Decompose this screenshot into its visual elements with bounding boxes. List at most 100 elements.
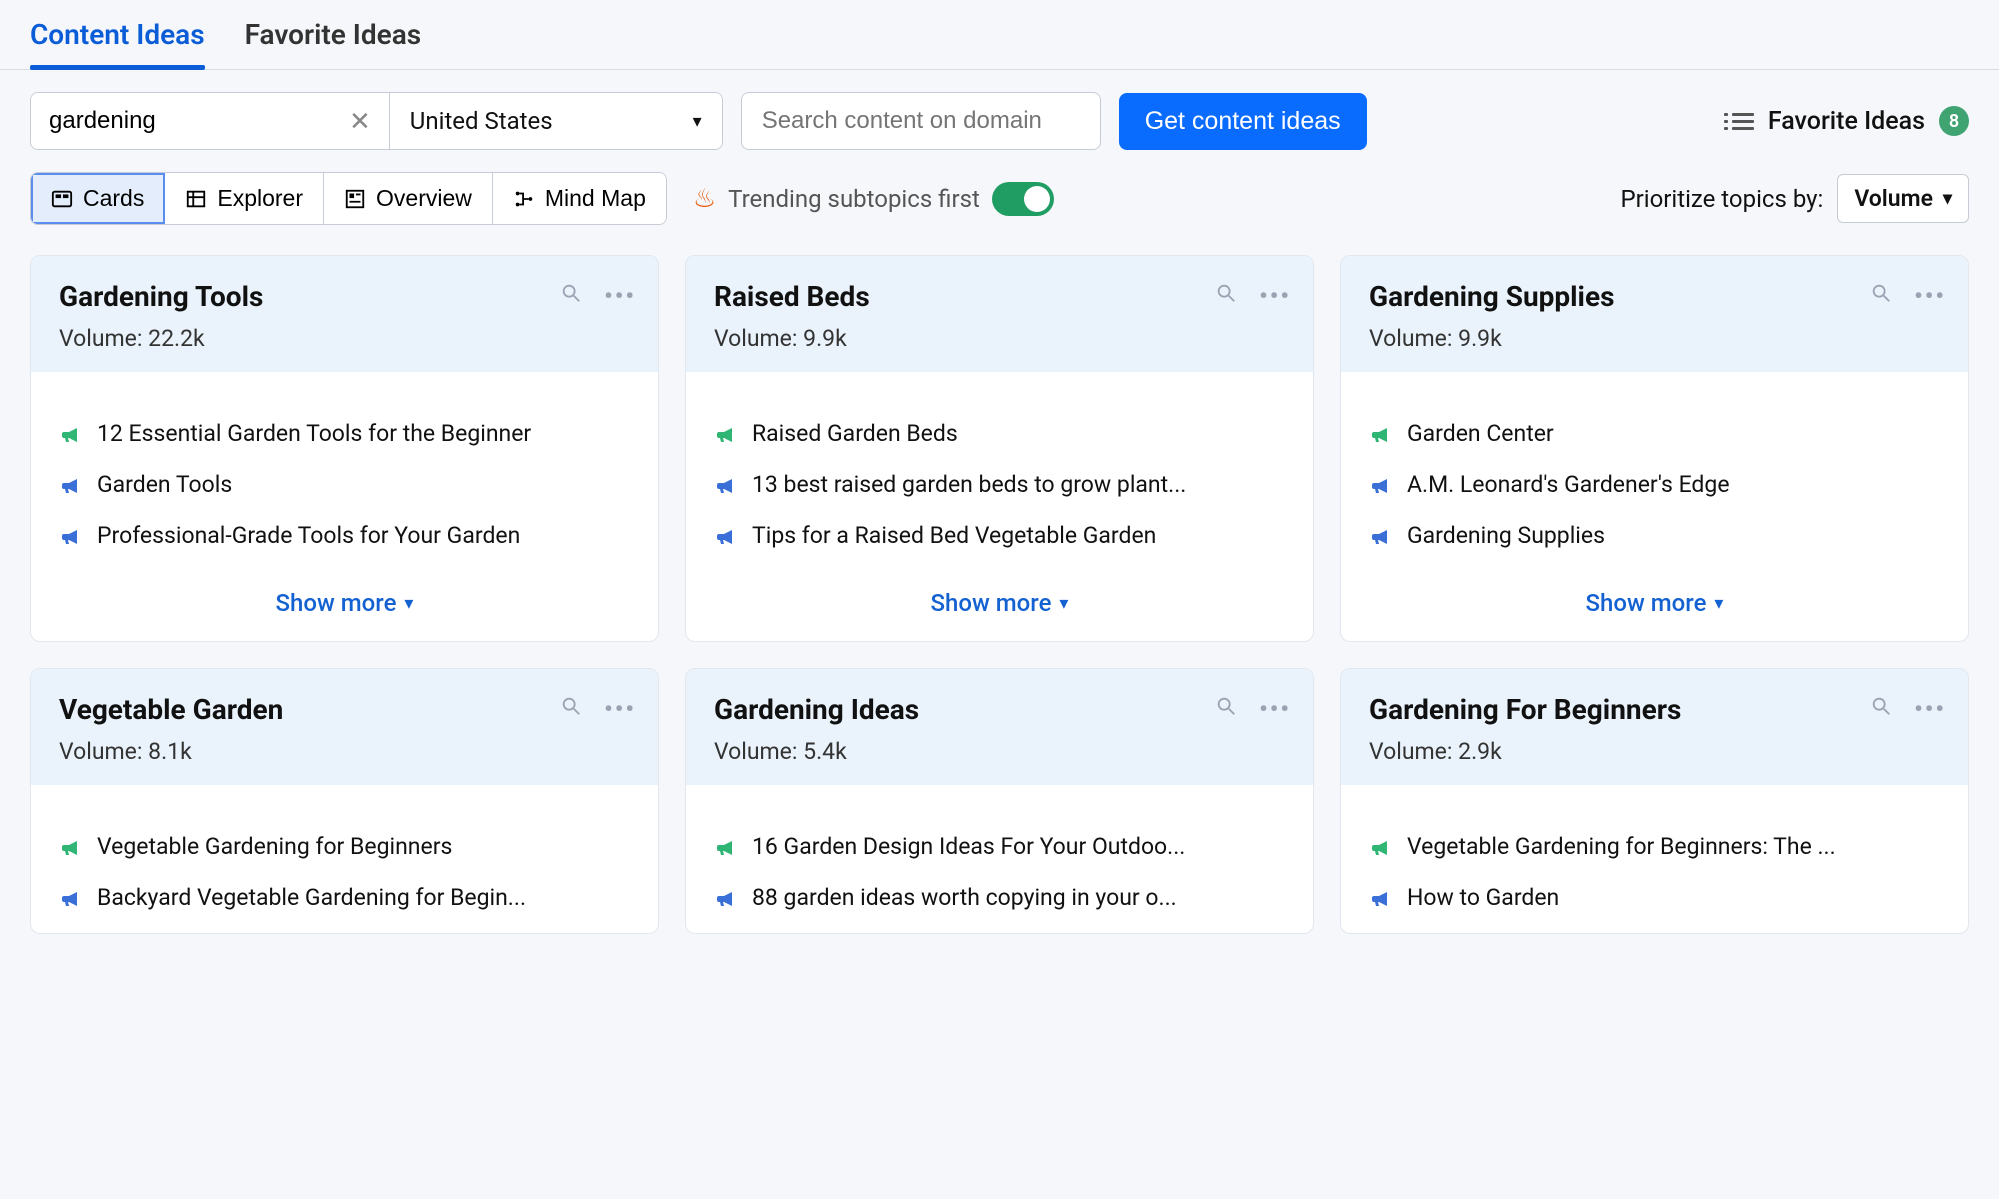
card-action-icons: ••• (1215, 695, 1291, 723)
megaphone-icon (59, 886, 83, 910)
view-overview-button[interactable]: Overview (324, 173, 493, 224)
topic-card: Gardening Supplies Volume: 9.9k ••• Garden … (1340, 255, 1969, 642)
headline-row[interactable]: Gardening Supplies (1369, 510, 1940, 561)
headline-text: Garden Center (1407, 420, 1554, 447)
headline-text: 13 best raised garden beds to grow plant… (752, 471, 1186, 498)
view-explorer-button[interactable]: Explorer (165, 173, 324, 224)
chevron-down-icon: ▾ (1714, 593, 1723, 614)
more-icon[interactable]: ••• (604, 282, 636, 310)
topic-card: Vegetable GardenVolume: 8.1k•••Vegetable… (30, 668, 659, 934)
clear-keyword-button[interactable]: ✕ (331, 93, 390, 149)
headline-row[interactable]: 13 best raised garden beds to grow plant… (714, 459, 1285, 510)
headline-row[interactable]: Raised Garden Beds (714, 408, 1285, 459)
card-title: Gardening Tools (59, 280, 630, 313)
search-icon[interactable] (1870, 695, 1892, 723)
toolbar-row-2: Cards Explorer Overview Mind Map ♨ Trend… (0, 150, 1999, 255)
card-volume: Volume: 22.2k (59, 325, 630, 352)
card-volume: Volume: 9.9k (1369, 325, 1940, 352)
megaphone-icon (59, 835, 83, 859)
trending-toggle[interactable] (992, 182, 1054, 216)
chevron-down-icon: ▾ (693, 111, 702, 132)
more-icon[interactable]: ••• (1259, 695, 1291, 723)
megaphone-icon (714, 524, 738, 548)
domain-search-input[interactable] (741, 92, 1101, 150)
prioritize-label: Prioritize topics by: (1620, 185, 1823, 213)
headline-row[interactable]: Tips for a Raised Bed Vegetable Garden (714, 510, 1285, 561)
tab-favorite-ideas[interactable]: Favorite Ideas (245, 18, 422, 69)
card-body: 12 Essential Garden Tools for the Beginn… (31, 372, 658, 571)
headline-text: Tips for a Raised Bed Vegetable Garden (752, 522, 1156, 549)
headline-row[interactable]: A.M. Leonard's Gardener's Edge (1369, 459, 1940, 510)
card-body: Vegetable Gardening for Beginners Backyar… (31, 785, 658, 933)
trending-toggle-group: ♨ Trending subtopics first (693, 182, 1054, 216)
more-icon[interactable]: ••• (604, 695, 636, 723)
search-icon[interactable] (1215, 695, 1237, 723)
cards-icon (51, 188, 73, 210)
headline-row[interactable]: 88 garden ideas worth copying in your o.… (714, 872, 1285, 923)
tab-content-ideas[interactable]: Content Ideas (30, 18, 205, 69)
list-icon (1732, 113, 1754, 130)
megaphone-icon (1369, 422, 1393, 446)
headline-text: How to Garden (1407, 884, 1559, 911)
card-action-icons: ••• (1870, 695, 1946, 723)
chevron-down-icon: ▾ (1943, 188, 1952, 209)
show-more-button[interactable]: Show more▾ (686, 571, 1313, 641)
megaphone-icon (714, 835, 738, 859)
search-icon[interactable] (560, 695, 582, 723)
card-action-icons: ••• (1870, 282, 1946, 310)
card-volume: Volume: 2.9k (1369, 738, 1940, 765)
favorite-ideas-link[interactable]: Favorite Ideas 8 (1732, 106, 1969, 136)
toolbar-row-1: ✕ United States ▾ Get content ideas Favo… (0, 70, 1999, 150)
card-header: Gardening IdeasVolume: 5.4k••• (686, 669, 1313, 785)
show-more-button[interactable]: Show more▾ (1341, 571, 1968, 641)
headline-text: Garden Tools (97, 471, 232, 498)
headline-text: 88 garden ideas worth copying in your o.… (752, 884, 1177, 911)
headline-row[interactable]: Garden Tools (59, 459, 630, 510)
card-action-icons: ••• (560, 282, 636, 310)
headline-row[interactable]: Professional-Grade Tools for Your Garden (59, 510, 630, 561)
card-volume: Volume: 5.4k (714, 738, 1285, 765)
headline-row[interactable]: Backyard Vegetable Gardening for Begin..… (59, 872, 630, 923)
fire-icon: ♨ (693, 184, 716, 214)
more-icon[interactable]: ••• (1914, 695, 1946, 723)
headline-row[interactable]: Vegetable Gardening for Beginners: The .… (1369, 821, 1940, 872)
view-cards-label: Cards (83, 185, 144, 212)
show-more-button[interactable]: Show more▾ (31, 571, 658, 641)
chevron-down-icon: ▾ (1059, 593, 1068, 614)
search-icon[interactable] (1870, 282, 1892, 310)
cards-grid: Gardening Tools Volume: 22.2k ••• 12 Essent… (0, 255, 1999, 964)
keyword-country-group: ✕ United States ▾ (30, 92, 723, 150)
headline-row[interactable]: How to Garden (1369, 872, 1940, 923)
headline-text: 16 Garden Design Ideas For Your Outdoo..… (752, 833, 1185, 860)
more-icon[interactable]: ••• (1259, 282, 1291, 310)
headline-row[interactable]: Vegetable Gardening for Beginners (59, 821, 630, 872)
keyword-input[interactable] (31, 93, 331, 149)
mindmap-icon (513, 188, 535, 210)
headline-row[interactable]: Garden Center (1369, 408, 1940, 459)
sort-dropdown[interactable]: Volume ▾ (1837, 174, 1969, 223)
view-cards-button[interactable]: Cards (31, 173, 165, 224)
card-body: Vegetable Gardening for Beginners: The .… (1341, 785, 1968, 933)
headline-text: 12 Essential Garden Tools for the Beginn… (97, 420, 531, 447)
search-icon[interactable] (560, 282, 582, 310)
megaphone-icon (1369, 473, 1393, 497)
search-icon[interactable] (1215, 282, 1237, 310)
megaphone-icon (714, 422, 738, 446)
headline-row[interactable]: 16 Garden Design Ideas For Your Outdoo..… (714, 821, 1285, 872)
headline-text: Gardening Supplies (1407, 522, 1605, 549)
card-action-icons: ••• (560, 695, 636, 723)
card-title: Vegetable Garden (59, 693, 630, 726)
more-icon[interactable]: ••• (1914, 282, 1946, 310)
country-select[interactable]: United States ▾ (390, 93, 722, 149)
headline-row[interactable]: 12 Essential Garden Tools for the Beginn… (59, 408, 630, 459)
card-header: Gardening Supplies Volume: 9.9k ••• (1341, 256, 1968, 372)
get-content-ideas-button[interactable]: Get content ideas (1119, 93, 1367, 150)
card-title: Gardening Supplies (1369, 280, 1940, 313)
view-explorer-label: Explorer (217, 185, 303, 212)
headline-text: Raised Garden Beds (752, 420, 958, 447)
view-mindmap-button[interactable]: Mind Map (493, 173, 666, 224)
headline-text: Vegetable Gardening for Beginners (97, 833, 452, 860)
headline-text: Professional-Grade Tools for Your Garden (97, 522, 520, 549)
card-body: Raised Garden Beds 13 best raised garden … (686, 372, 1313, 571)
megaphone-icon (59, 422, 83, 446)
